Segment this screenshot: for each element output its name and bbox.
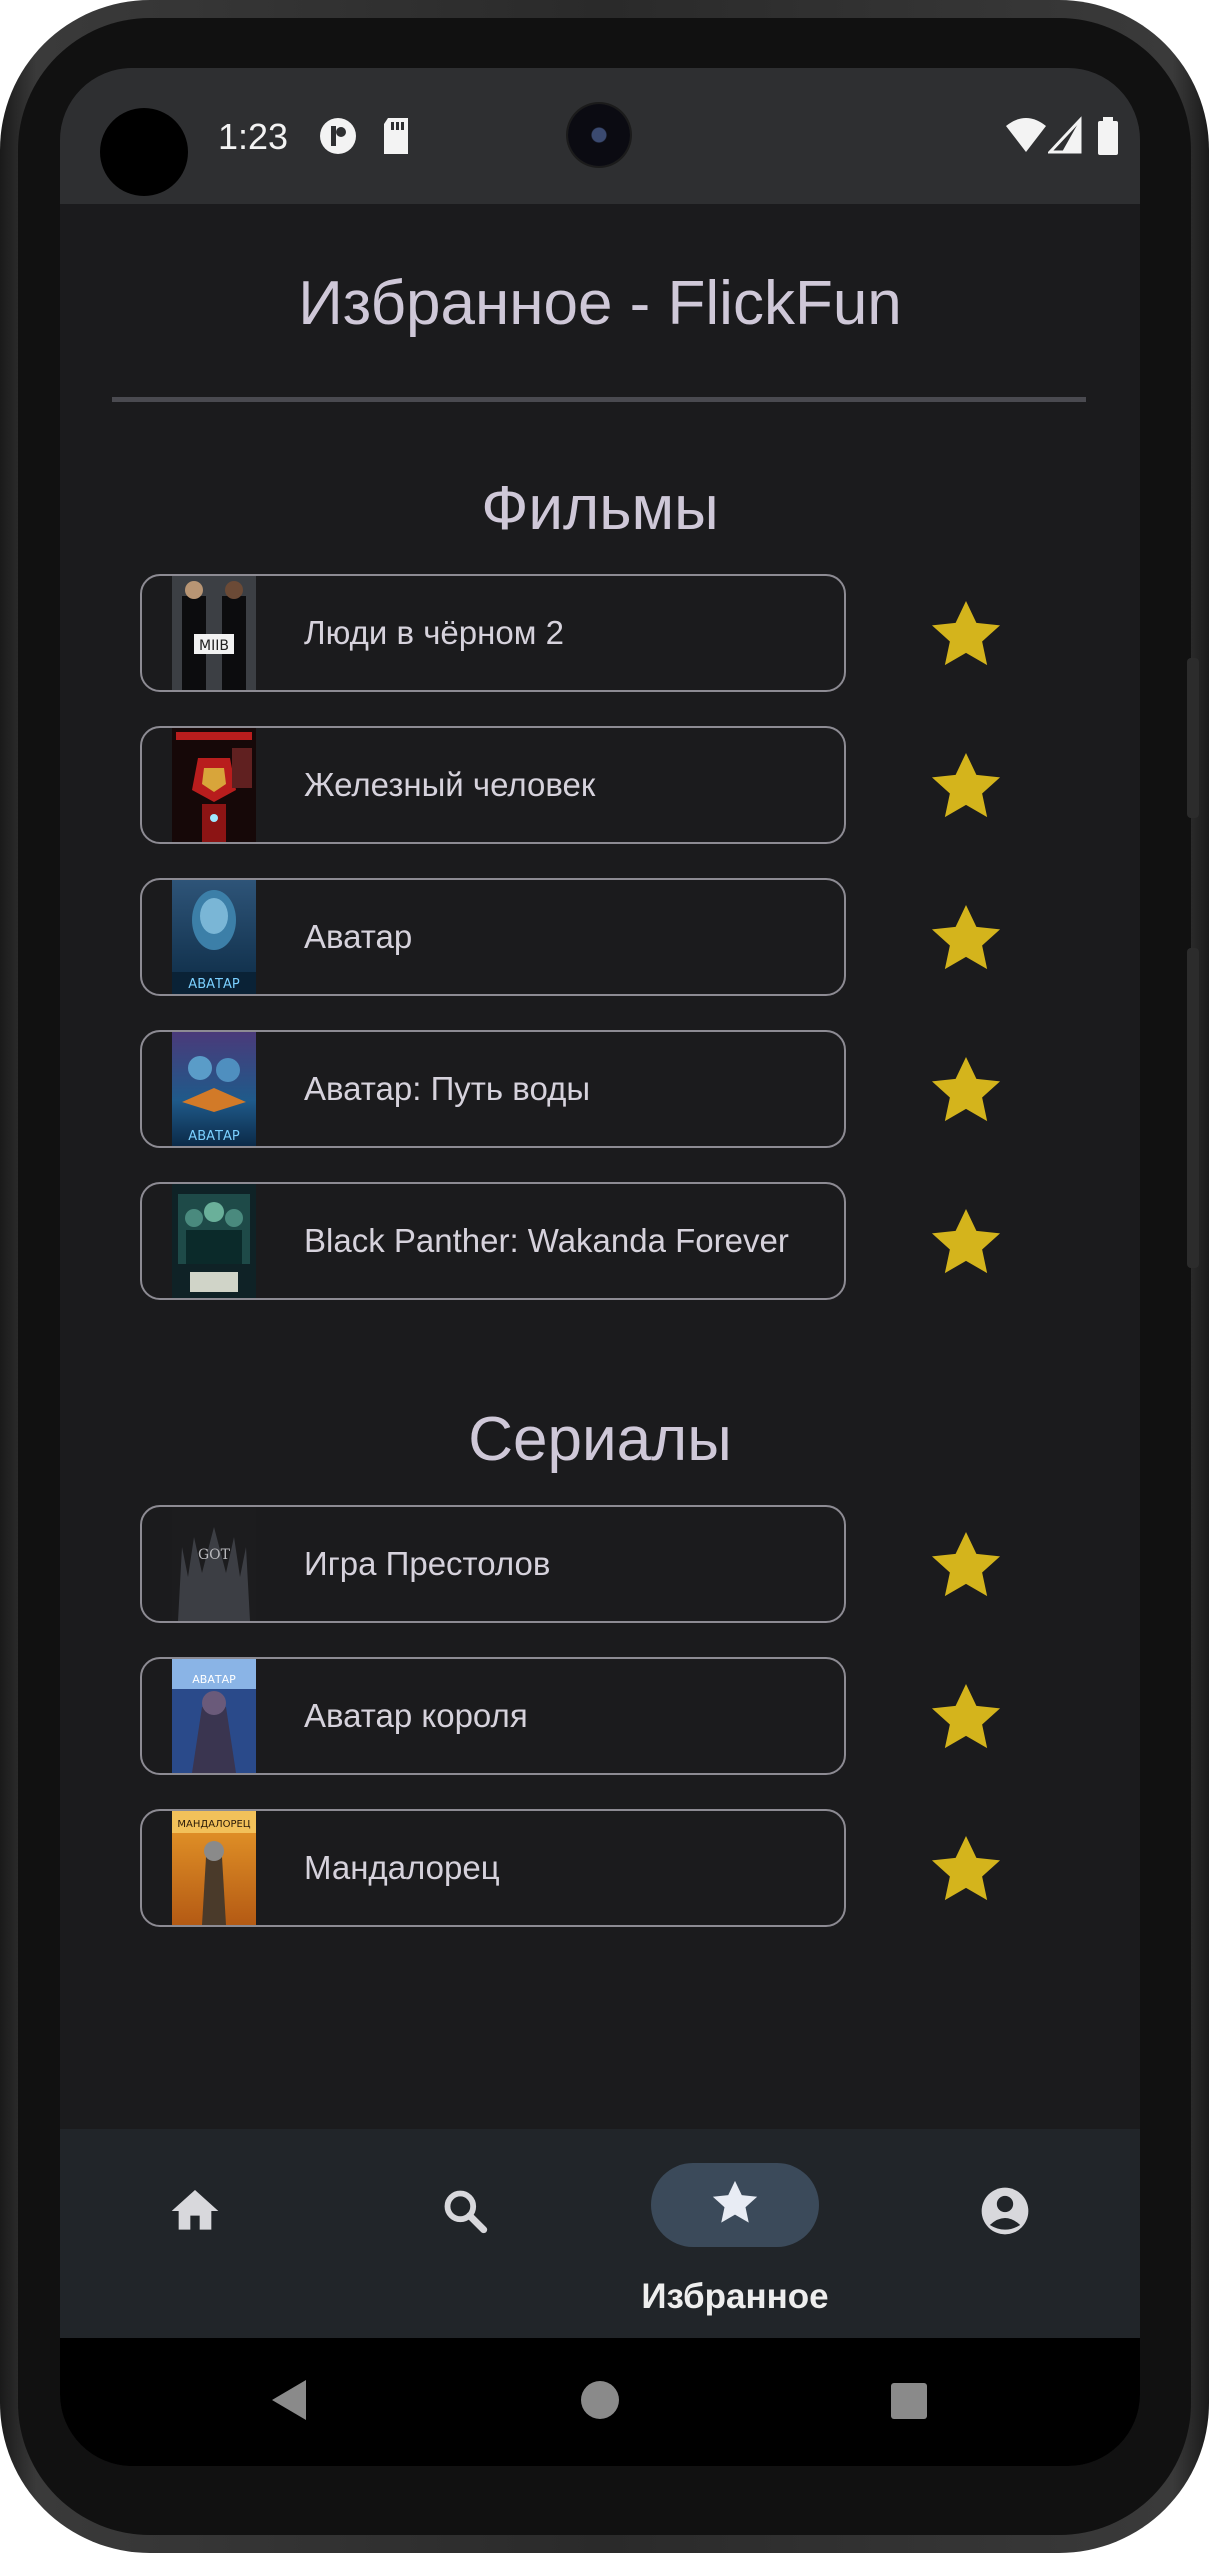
series-poster-got: GOT (172, 1507, 256, 1621)
battery-icon (1098, 117, 1118, 155)
series-poster-king-avatar: АВАТАР (172, 1659, 256, 1773)
account-icon (981, 2187, 1029, 2235)
movie-title: Железный человек (304, 766, 596, 803)
series-title: Мандалорец (304, 1849, 500, 1886)
nav-account[interactable] (870, 2129, 1140, 2338)
star-icon[interactable] (923, 1827, 1009, 1913)
star-icon[interactable] (923, 1675, 1009, 1761)
signal-icon (1048, 116, 1082, 154)
front-camera-icon (568, 104, 630, 166)
svg-text:АВАТАР: АВАТАР (188, 1129, 240, 1144)
movie-poster-black-panther (172, 1184, 256, 1298)
svg-text:АВАТАР: АВАТАР (188, 977, 240, 992)
wifi-icon (1006, 118, 1046, 152)
back-icon[interactable] (266, 2376, 310, 2424)
title-divider (112, 397, 1086, 402)
favorite-series-card[interactable]: МАНДАЛОРЕЦ Мандалорец (140, 1809, 846, 1927)
star-icon (712, 2180, 758, 2223)
app-screen: 1:23 Избранное - FlickFun Фильмы MIIB Лю… (60, 68, 1140, 2466)
phone-frame: 1:23 Избранное - FlickFun Фильмы MIIB Лю… (0, 0, 1209, 2553)
svg-text:МАНДАЛОРЕЦ: МАНДАЛОРЕЦ (177, 1819, 250, 1830)
series-title: Аватар короля (304, 1697, 528, 1734)
favorite-series-card[interactable]: АВАТАР Аватар короля (140, 1657, 846, 1775)
power-button (1187, 658, 1199, 818)
star-icon[interactable] (923, 744, 1009, 830)
movie-poster-mib2: MIIB (172, 576, 256, 690)
system-navigation-bar (60, 2338, 1140, 2466)
volume-rocker (1187, 948, 1199, 1268)
series-poster-mandalorian: МАНДАЛОРЕЦ (172, 1811, 256, 1925)
sd-card-icon (384, 118, 408, 154)
star-icon[interactable] (923, 896, 1009, 982)
favorite-movie-card[interactable]: Железный человек (140, 726, 846, 844)
movie-title: Аватар (304, 918, 413, 955)
svg-text:GOT: GOT (198, 1547, 231, 1563)
section-title-movies: Фильмы (481, 474, 719, 543)
series-title: Игра Престолов (304, 1545, 551, 1582)
nav-favorites[interactable]: Избранное (600, 2129, 870, 2338)
movie-title: Black Panther: Wakanda Forever (304, 1222, 789, 1259)
movie-title: Люди в чёрном 2 (304, 614, 564, 651)
favorite-movie-card[interactable]: MIIB Люди в чёрном 2 (140, 574, 846, 692)
favorite-movie-card[interactable]: АВАТАР Аватар (140, 878, 846, 996)
nav-home[interactable] (60, 2129, 330, 2338)
section-title-series: Сериалы (468, 1405, 732, 1474)
bottom-navigation: Избранное (60, 2129, 1140, 2338)
movie-title: Аватар: Путь воды (304, 1070, 591, 1107)
star-icon[interactable] (923, 1048, 1009, 1134)
page-title: Избранное - FlickFun (298, 269, 902, 338)
favorite-series-card[interactable]: GOT Игра Престолов (140, 1505, 846, 1623)
search-icon (444, 2190, 488, 2234)
nav-search[interactable] (330, 2129, 600, 2338)
favorite-movie-card[interactable]: АВАТАР Аватар: Путь воды (140, 1030, 846, 1148)
favorite-movie-card[interactable]: Black Panther: Wakanda Forever (140, 1182, 846, 1300)
svg-text:АВАТАР: АВАТАР (192, 1673, 236, 1686)
star-icon[interactable] (923, 592, 1009, 678)
status-time: 1:23 (218, 116, 289, 157)
movie-poster-avatar-way-of-water: АВАТАР (172, 1032, 256, 1146)
notification-app-icon (320, 118, 356, 154)
home-icon (171, 2190, 219, 2230)
star-icon[interactable] (923, 1523, 1009, 1609)
recents-icon[interactable] (890, 2382, 928, 2420)
movie-poster-avatar: АВАТАР (172, 880, 256, 994)
status-bar: 1:23 (60, 68, 1140, 204)
nav-favorites-label: Избранное (641, 2277, 829, 2316)
front-camera-cutout (100, 108, 188, 196)
movie-poster-iron-man (172, 728, 256, 842)
star-icon[interactable] (923, 1200, 1009, 1286)
svg-text:MIIB: MIIB (199, 638, 229, 654)
home-gesture-icon[interactable] (580, 2380, 620, 2420)
